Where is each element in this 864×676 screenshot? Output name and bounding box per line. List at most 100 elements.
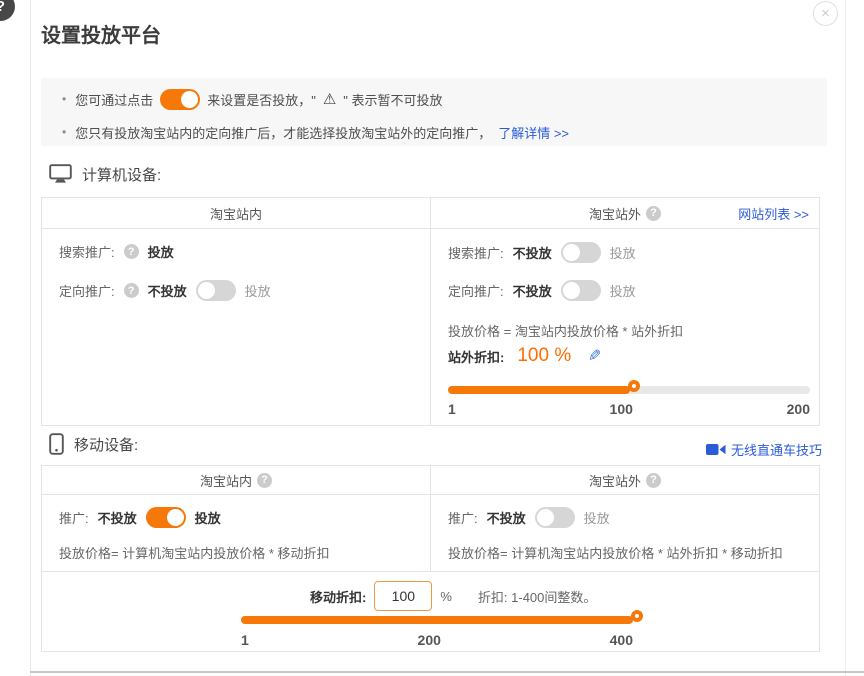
toggle-knob xyxy=(181,91,198,108)
row-label: 搜索推广: xyxy=(448,243,504,262)
mobile-discount-input[interactable] xyxy=(374,581,432,611)
slider-fill xyxy=(241,616,633,624)
tick-max: 400 xyxy=(610,632,633,648)
state-off-label: 不投放 xyxy=(98,508,137,527)
row-label: 搜索推广: xyxy=(59,242,115,261)
offsite-price-formula: 投放价格 = 淘宝站内投放价格 * 站外折扣 xyxy=(448,321,683,340)
row-label: 推广: xyxy=(448,508,478,527)
state-off-label: 不投放 xyxy=(513,281,552,300)
toggle-knob xyxy=(198,282,215,299)
notice-box: • 您可通过点击 来设置是否投放，" ⚠ " 表示暂不可投放 • 您只有投放淘宝… xyxy=(41,78,827,146)
computer-onsite-targeted-row: 定向推广: ? 不投放 投放 xyxy=(59,280,271,301)
percent-unit: % xyxy=(440,589,452,604)
bottom-divider xyxy=(30,671,864,673)
monitor-icon xyxy=(49,164,72,184)
mobile-offsite-cell: 推广: 不投放 投放 投放价格= 计算机淘宝站内投放价格 * 站外折扣 * 移动… xyxy=(430,495,819,571)
offsite-discount-slider[interactable] xyxy=(448,386,810,394)
mobile-offsite-promo-toggle[interactable] xyxy=(535,507,575,528)
computer-offsite-targeted-toggle[interactable] xyxy=(561,280,601,301)
discount-label: 站外折扣: xyxy=(448,347,504,366)
site-list-link[interactable]: 网站列表 >> xyxy=(738,204,809,223)
header-label: 淘宝站内 xyxy=(200,471,252,490)
mobile-onsite-header: 淘宝站内 ? xyxy=(42,466,430,494)
state-on-label: 投放 xyxy=(245,281,271,300)
mobile-offsite-formula: 投放价格= 计算机淘宝站内投放价格 * 站外折扣 * 移动折扣 xyxy=(448,543,783,562)
computer-section-title: 计算机设备: xyxy=(82,164,161,185)
help-icon[interactable]: ? xyxy=(646,473,661,488)
notice-text: 您只有投放淘宝站内的定向推广后，才能选择投放淘宝站外的定向推广， xyxy=(75,123,491,142)
mobile-onsite-promo-toggle[interactable] xyxy=(146,507,186,528)
help-icon[interactable]: ? xyxy=(257,473,272,488)
toggle-knob xyxy=(563,282,580,299)
mobile-onsite-cell: 推广: 不投放 投放 投放价格= 计算机淘宝站内投放价格 * 移动折扣 xyxy=(42,495,430,571)
tick-max: 200 xyxy=(787,401,810,417)
tick-mid: 100 xyxy=(610,401,633,417)
computer-offsite-targeted-row: 定向推广: 不投放 投放 xyxy=(448,280,636,301)
tick-mid: 200 xyxy=(418,632,441,648)
mobile-onsite-promo-row: 推广: 不投放 投放 xyxy=(59,507,221,528)
mobile-table: 淘宝站内 ? 淘宝站外 ? 推广: 不投放 投放 投放价格= 计算机淘宝站内投放… xyxy=(41,465,820,652)
help-icon[interactable]: ? xyxy=(646,206,661,221)
mobile-discount-section: 移动折扣: % 折扣: 1-400间整数。 1 200 400 xyxy=(42,571,819,651)
wireless-tips-link[interactable]: 无线直通车技巧 xyxy=(731,440,822,459)
edit-pencil-icon[interactable]: ✎ xyxy=(588,346,601,366)
dialog-right-border xyxy=(845,0,846,676)
computer-offsite-search-toggle[interactable] xyxy=(561,242,601,263)
row-label: 定向推广: xyxy=(59,281,115,300)
toggle-knob xyxy=(563,244,580,261)
computer-onsite-targeted-toggle[interactable] xyxy=(196,280,236,301)
notice-line-2: • 您只有投放淘宝站内的定向推广后，才能选择投放淘宝站外的定向推广， 了解详情 … xyxy=(62,120,569,144)
mobile-discount-label: 移动折扣: xyxy=(310,587,366,606)
offsite-discount-row: 站外折扣: 100 % ✎ xyxy=(448,345,602,367)
mobile-slider-labels: 1 200 400 xyxy=(241,632,633,648)
mobile-section-header: 移动设备: xyxy=(49,432,138,456)
state-value: 投放 xyxy=(148,242,174,261)
computer-onsite-search-row: 搜索推广: ? 投放 xyxy=(59,242,174,261)
state-on-label: 投放 xyxy=(610,243,636,262)
state-on-label: 投放 xyxy=(610,281,636,300)
state-off-label: 不投放 xyxy=(148,281,187,300)
close-icon[interactable]: × xyxy=(813,1,838,26)
wireless-tips: 无线直通车技巧 xyxy=(706,440,822,459)
offsite-slider-labels: 1 100 200 xyxy=(448,401,810,417)
computer-offsite-cell: 搜索推广: 不投放 投放 定向推广: 不投放 投放 投放价格 = 淘宝站内投放价… xyxy=(430,229,819,425)
help-icon[interactable]: ? xyxy=(124,283,139,298)
video-icon xyxy=(706,443,726,456)
formula-text: 投放价格= 计算机淘宝站内投放价格 * 站外折扣 * 移动折扣 xyxy=(448,543,783,562)
computer-table-header: 淘宝站内 淘宝站外 ? 网站列表 >> xyxy=(42,198,819,229)
dialog-left-border xyxy=(30,0,31,676)
header-label: 淘宝站内 xyxy=(210,204,262,223)
state-off-label: 不投放 xyxy=(487,508,526,527)
header-label: 淘宝站外 xyxy=(589,471,641,490)
computer-table: 淘宝站内 淘宝站外 ? 网站列表 >> 搜索推广: ? 投放 定向推广: ? 不… xyxy=(41,197,820,426)
page-title: 设置投放平台 xyxy=(41,19,161,48)
help-icon[interactable]: ? xyxy=(124,244,139,259)
mobile-discount-slider[interactable] xyxy=(241,616,633,624)
state-on-label: 投放 xyxy=(195,508,221,527)
notice-line-1: • 您可通过点击 来设置是否投放，" ⚠ " 表示暂不可投放 xyxy=(62,87,443,111)
header-label: 淘宝站外 xyxy=(589,204,641,223)
notice-text: 来设置是否投放，" xyxy=(207,90,316,109)
warning-icon: ⚠ xyxy=(323,90,336,108)
corner-help-badge-icon[interactable]: ? xyxy=(0,0,15,21)
computer-section-header: 计算机设备: xyxy=(49,162,161,186)
mobile-onsite-formula: 投放价格= 计算机淘宝站内投放价格 * 移动折扣 xyxy=(59,543,330,562)
discount-value: 100 % xyxy=(517,345,571,367)
mobile-section-title: 移动设备: xyxy=(74,434,138,455)
slider-thumb[interactable] xyxy=(631,610,643,622)
learn-more-link[interactable]: 了解详情 >> xyxy=(498,123,569,142)
toggle-knob xyxy=(537,509,554,526)
mobile-offsite-promo-row: 推广: 不投放 投放 xyxy=(448,507,610,528)
slider-thumb[interactable] xyxy=(628,380,640,392)
notice-text: 您可通过点击 xyxy=(75,90,153,109)
computer-onsite-header: 淘宝站内 xyxy=(42,198,430,228)
mobile-table-header: 淘宝站内 ? 淘宝站外 ? xyxy=(42,466,819,495)
tick-min: 1 xyxy=(448,401,456,417)
bullet-icon: • xyxy=(62,92,66,106)
mobile-offsite-header: 淘宝站外 ? xyxy=(430,466,819,494)
computer-offsite-search-row: 搜索推广: 不投放 投放 xyxy=(448,242,636,263)
example-toggle[interactable] xyxy=(160,89,200,110)
formula-text: 投放价格= 计算机淘宝站内投放价格 * 移动折扣 xyxy=(59,543,330,562)
state-off-label: 不投放 xyxy=(513,243,552,262)
state-on-label: 投放 xyxy=(584,508,610,527)
